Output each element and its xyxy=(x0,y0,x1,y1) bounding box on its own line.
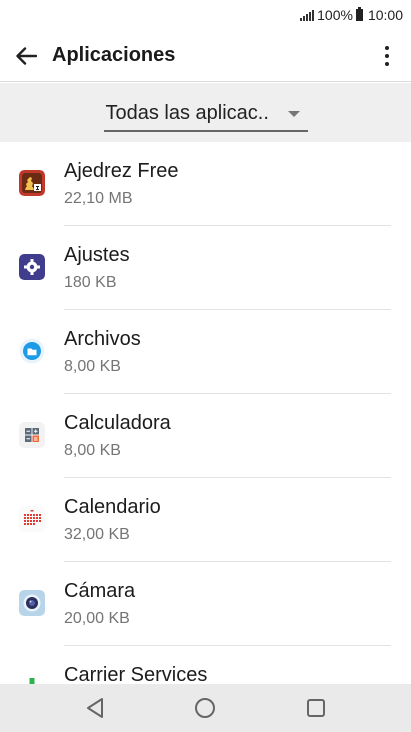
app-size: 180 KB xyxy=(64,274,117,291)
list-item-ajustes[interactable]: Ajustes 180 KB xyxy=(0,226,411,310)
battery-percent: 100% xyxy=(317,7,353,23)
calendar-icon xyxy=(19,506,45,532)
camera-icon xyxy=(19,590,45,616)
list-item-calculadora[interactable]: Calculadora 8,00 KB xyxy=(0,394,411,478)
nav-home-icon[interactable] xyxy=(185,688,225,728)
app-name: Ajedrez Free xyxy=(64,160,179,182)
page-title: Aplicaciones xyxy=(52,44,176,66)
app-filter-dropdown[interactable]: Todas las aplicac.. xyxy=(103,98,308,132)
folder-icon xyxy=(19,338,45,364)
app-size: 20,00 KB xyxy=(64,610,130,627)
app-size: 22,10 MB xyxy=(64,190,133,207)
app-name: Carrier Services xyxy=(64,664,208,684)
nav-back-icon[interactable] xyxy=(75,688,115,728)
nav-recents-icon[interactable] xyxy=(296,688,336,728)
back-arrow-icon[interactable] xyxy=(2,32,50,80)
more-options-icon[interactable] xyxy=(375,42,399,70)
filter-bar: Todas las aplicac.. xyxy=(0,83,411,142)
navigation-bar xyxy=(0,684,411,732)
list-item-archivos[interactable]: Archivos 8,00 KB xyxy=(0,310,411,394)
signal-icon xyxy=(300,9,315,21)
battery-icon xyxy=(355,7,363,21)
calculator-icon xyxy=(19,422,45,448)
list-item-calendario[interactable]: Calendario 32,00 KB xyxy=(0,478,411,562)
app-name: Cámara xyxy=(64,580,136,602)
app-filter-selected: Todas las aplicac.. xyxy=(105,102,269,124)
settings-gear-icon xyxy=(19,254,45,280)
app-size: 32,00 KB xyxy=(64,526,130,543)
app-size: 8,00 KB xyxy=(64,358,121,375)
list-item-carrier-services[interactable]: Carrier Services xyxy=(0,646,411,684)
carrier-services-icon xyxy=(19,674,45,684)
app-size: 8,00 KB xyxy=(64,442,121,459)
status-bar: 100% 10:00 xyxy=(0,0,411,30)
app-bar: Aplicaciones xyxy=(0,30,411,82)
list-item-camara[interactable]: Cámara 20,00 KB xyxy=(0,562,411,646)
app-name: Ajustes xyxy=(64,244,130,266)
dropdown-arrow-icon xyxy=(287,110,300,117)
chess-icon xyxy=(19,170,45,196)
app-name: Archivos xyxy=(64,328,141,350)
list-item-ajedrez-free[interactable]: Ajedrez Free 22,10 MB xyxy=(0,142,411,226)
app-name: Calendario xyxy=(64,496,161,518)
clock: 10:00 xyxy=(367,7,403,23)
app-list[interactable]: Ajedrez Free 22,10 MB Ajustes 180 KB Arc… xyxy=(0,142,411,684)
app-name: Calculadora xyxy=(64,412,171,434)
